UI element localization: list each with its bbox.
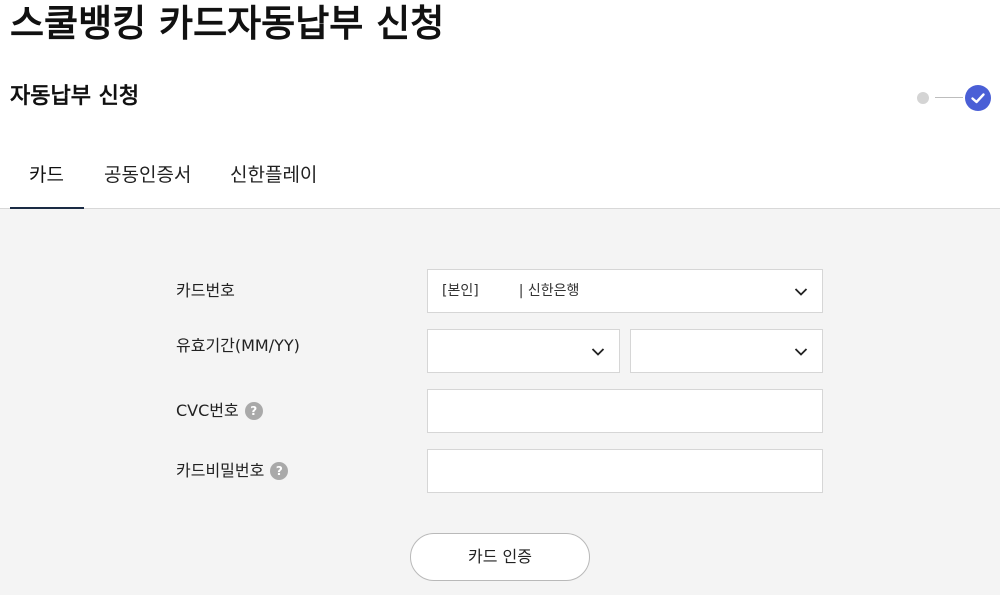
cvc-label-row: CVC번호? bbox=[176, 400, 263, 422]
card-number-select[interactable]: [본인] | 신한은행 bbox=[427, 269, 823, 313]
step-pending-dot-icon bbox=[917, 92, 929, 104]
tab-certificate[interactable]: 공동인증서 bbox=[104, 162, 191, 188]
tab-shinhan-play[interactable]: 신한플레이 bbox=[230, 162, 317, 188]
step-connector bbox=[935, 97, 963, 98]
tab-card[interactable]: 카드 bbox=[29, 162, 64, 188]
card-number-label: 카드번호 bbox=[176, 281, 235, 300]
question-icon[interactable]: ? bbox=[270, 462, 289, 480]
question-icon[interactable]: ? bbox=[244, 402, 263, 420]
chevron-down-icon bbox=[794, 288, 808, 296]
card-password-label: 카드비밀번호 bbox=[176, 461, 265, 480]
chevron-down-icon bbox=[794, 348, 808, 356]
card-number-selected-value: [본인] | 신한은행 bbox=[442, 283, 580, 299]
expiry-year-select[interactable] bbox=[630, 329, 823, 373]
expiry-month-select[interactable] bbox=[427, 329, 620, 373]
card-password-input[interactable] bbox=[427, 449, 823, 493]
section-title: 자동납부 신청 bbox=[10, 84, 140, 109]
cvc-input[interactable] bbox=[427, 389, 823, 433]
auth-method-tabs: 카드 공동인증서 신한플레이 bbox=[0, 150, 1000, 209]
card-auth-button[interactable]: 카드 인증 bbox=[410, 533, 590, 581]
check-circle-icon bbox=[965, 85, 991, 111]
chevron-down-icon bbox=[591, 348, 605, 356]
page-title: 스쿨뱅킹 카드자동납부 신청 bbox=[10, 2, 445, 45]
step-indicator bbox=[917, 85, 991, 111]
card-password-label-row: 카드비밀번호? bbox=[176, 460, 289, 482]
cvc-label: CVC번호 bbox=[176, 401, 239, 420]
expiry-label: 유효기간(MM/YY) bbox=[176, 336, 300, 355]
